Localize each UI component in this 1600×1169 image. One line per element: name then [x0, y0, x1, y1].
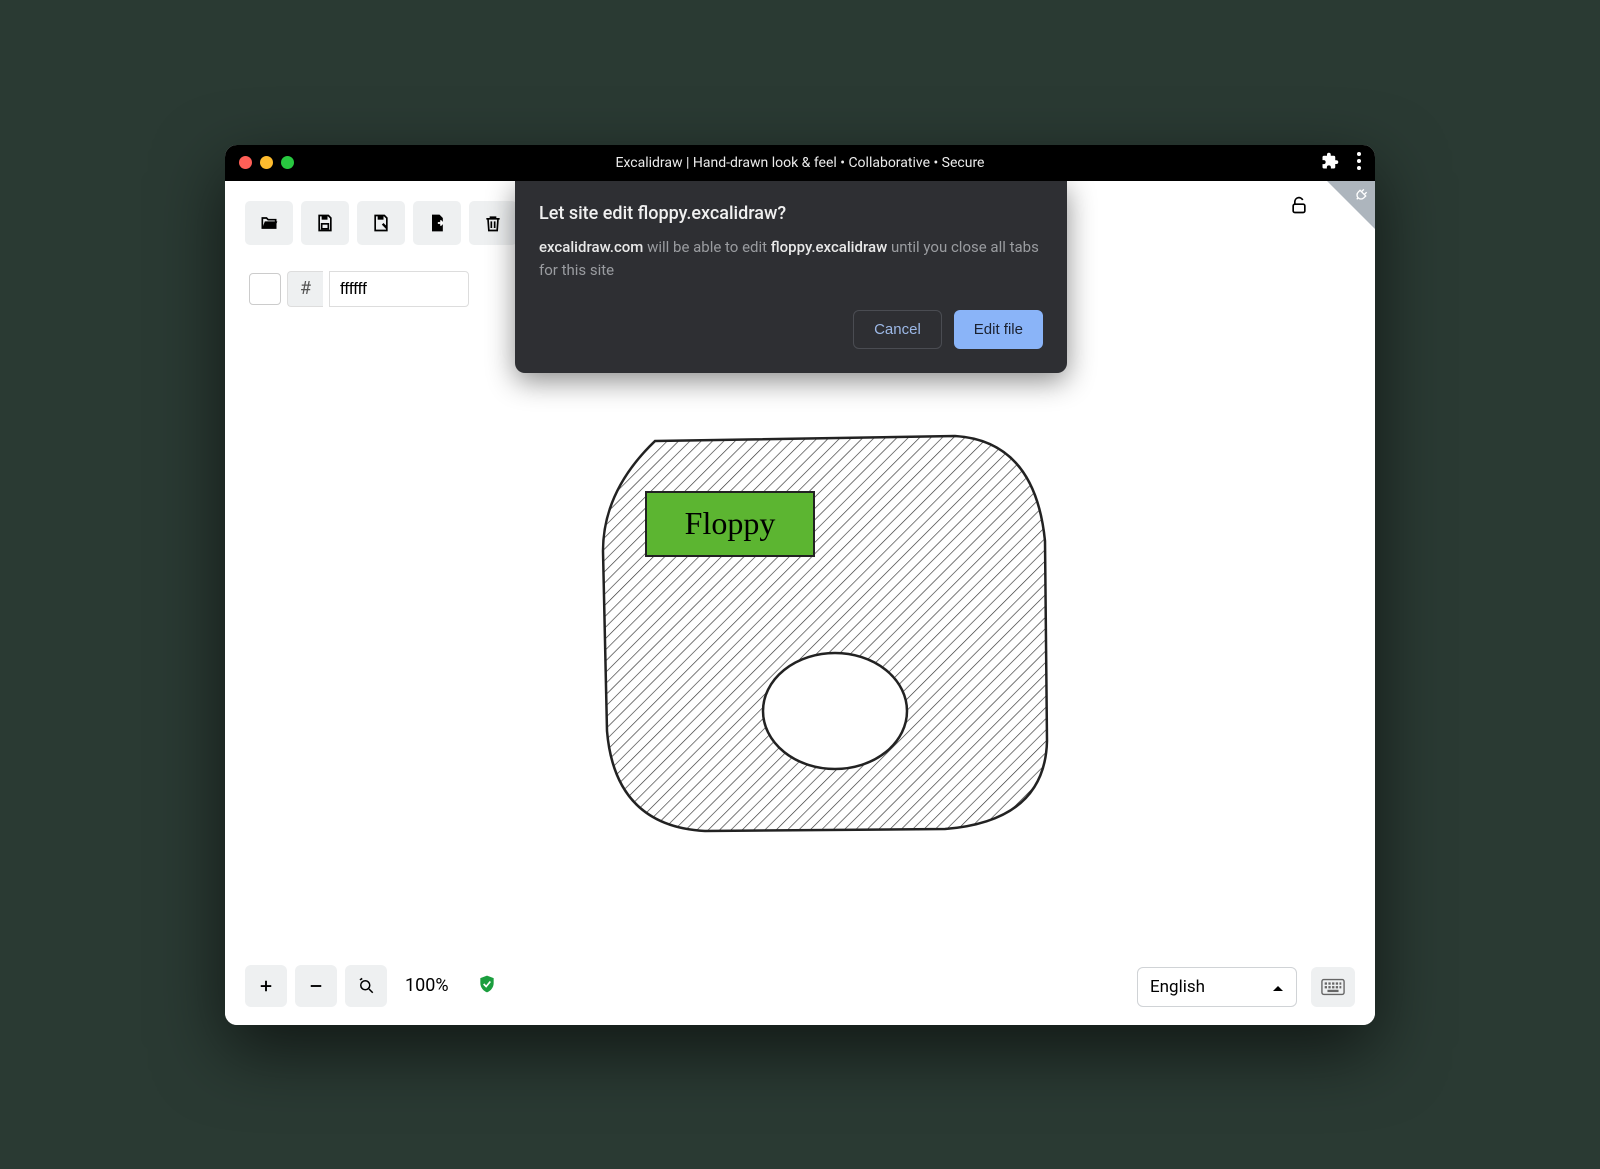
chevron-up-icon [1272, 977, 1284, 997]
floppy-label-text: Floppy [685, 505, 776, 542]
hex-color-input[interactable] [329, 271, 469, 307]
zoom-out-button[interactable] [295, 965, 337, 1007]
app-body: # Floppy [225, 181, 1375, 1025]
floppy-drawing[interactable] [585, 421, 1055, 841]
export-button[interactable] [413, 201, 461, 245]
maximize-window-button[interactable] [281, 156, 294, 169]
zoom-reset-button[interactable] [345, 965, 387, 1007]
edit-file-button[interactable]: Edit file [954, 310, 1043, 349]
permission-dialog: Let site edit floppy.excalidraw? excalid… [515, 181, 1067, 374]
window-title: Excalidraw | Hand-drawn look & feel • Co… [616, 155, 985, 171]
plug-icon[interactable] [1353, 187, 1369, 207]
unlock-icon[interactable] [1289, 195, 1309, 219]
hex-prefix-label: # [287, 271, 323, 307]
minimize-window-button[interactable] [260, 156, 273, 169]
dialog-site: excalidraw.com [539, 238, 643, 256]
dialog-filename: floppy.excalidraw [771, 238, 887, 256]
save-as-button[interactable] [357, 201, 405, 245]
app-window: Excalidraw | Hand-drawn look & feel • Co… [225, 145, 1375, 1025]
zoom-controls: 100% [245, 965, 497, 1007]
cancel-button[interactable]: Cancel [853, 310, 942, 349]
encryption-shield-icon[interactable] [477, 974, 497, 998]
language-selected-label: English [1150, 977, 1205, 997]
close-window-button[interactable] [239, 156, 252, 169]
browser-menu-icon[interactable] [1357, 152, 1361, 174]
titlebar: Excalidraw | Hand-drawn look & feel • Co… [225, 145, 1375, 181]
zoom-level-label: 100% [395, 975, 459, 996]
open-file-button[interactable] [245, 201, 293, 245]
window-controls [239, 156, 294, 169]
extensions-icon[interactable] [1321, 152, 1339, 174]
main-toolbar [245, 201, 517, 245]
floppy-label-sticker[interactable]: Floppy [645, 491, 815, 557]
dialog-message: excalidraw.com will be able to edit flop… [539, 236, 1043, 283]
background-color-control: # [245, 265, 477, 313]
zoom-in-button[interactable] [245, 965, 287, 1007]
delete-button[interactable] [469, 201, 517, 245]
keyboard-shortcuts-button[interactable] [1311, 967, 1355, 1007]
save-file-button[interactable] [301, 201, 349, 245]
color-swatch[interactable] [249, 273, 281, 305]
dialog-heading: Let site edit floppy.excalidraw? [539, 203, 1043, 224]
language-selector[interactable]: English [1137, 967, 1297, 1007]
bottom-right-controls: English [1137, 967, 1355, 1007]
